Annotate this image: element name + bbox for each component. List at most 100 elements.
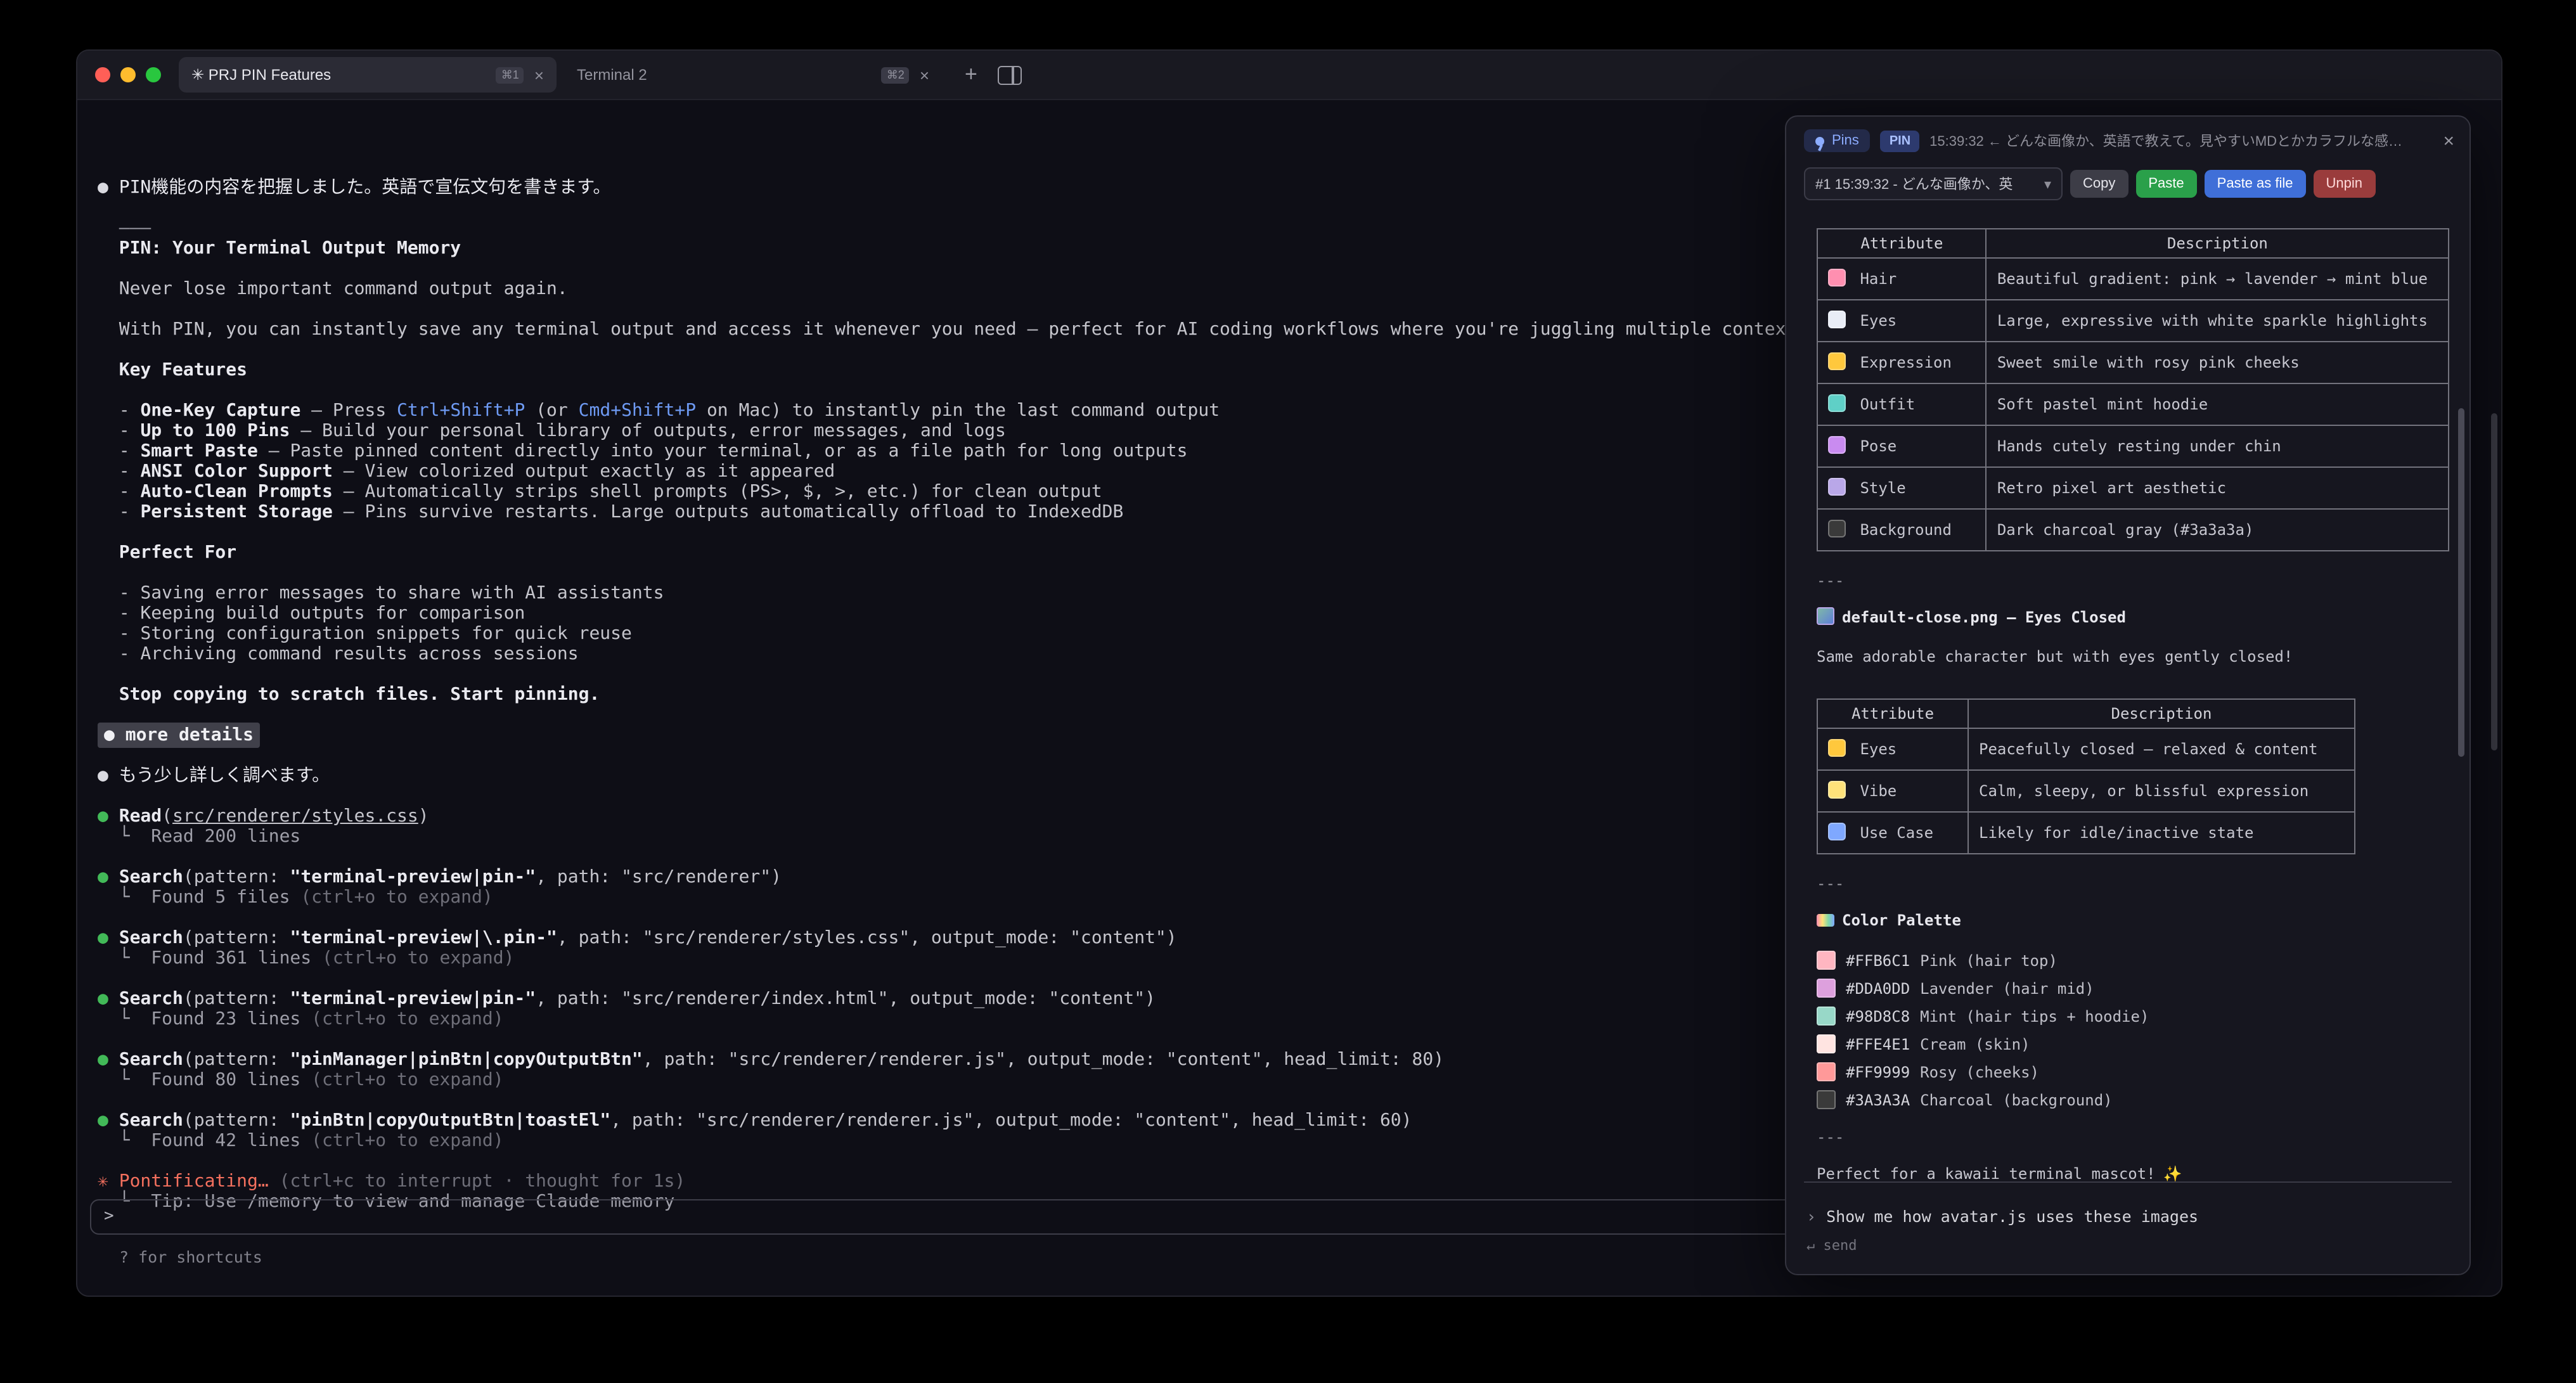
color-name: Cream (skin) <box>1920 1035 2030 1053</box>
pin-title: 15:39:32 ← どんな画像か、英語で教えて。見やすいMDとかカラフルな感… <box>1929 131 2425 151</box>
terminal-input[interactable]: > <box>90 1199 1812 1235</box>
attributes-table: AttributeDescription HairBeautiful gradi… <box>1817 228 2449 551</box>
color-name: Mint (hair tips + hoodie) <box>1920 1007 2149 1025</box>
color-name: Lavender (hair mid) <box>1920 979 2094 997</box>
smile-icon <box>1828 352 1846 370</box>
color-hex: #FFE4E1 <box>1846 1035 1910 1053</box>
pins-button-label: Pins <box>1832 133 1859 148</box>
tab-shortcut-badge: ⌘1 <box>496 67 524 83</box>
color-hex: #3A3A3A <box>1846 1091 1910 1109</box>
nail-polish-icon <box>1828 436 1846 454</box>
chevron-down-icon: ▾ <box>2044 176 2051 192</box>
table-row: EyesLarge, expressive with white sparkle… <box>1817 300 2449 342</box>
split-pane-icon[interactable] <box>998 65 1022 84</box>
panel-scrollbar[interactable] <box>2458 408 2464 757</box>
table-row: ExpressionSweet smile with rosy pink che… <box>1817 342 2449 383</box>
copy-button[interactable]: Copy <box>2070 170 2128 198</box>
window-controls <box>95 67 161 82</box>
color-swatch <box>1817 979 1836 998</box>
picture-frame-icon <box>1828 478 1846 496</box>
color-name: Charcoal (background) <box>1920 1091 2112 1109</box>
shortcuts-hint: ? for shortcuts <box>119 1247 262 1268</box>
table-header: Attribute <box>1817 229 1987 258</box>
color-swatch <box>1817 1062 1836 1081</box>
table-row: HairBeautiful gradient: pink → lavender … <box>1817 258 2449 300</box>
table-header: Attribute <box>1817 699 1968 728</box>
table-row: EyesPeacefully closed — relaxed & conten… <box>1817 728 2355 770</box>
attribute-description: Soft pastel mint hoodie <box>1987 383 2449 425</box>
pin-badge[interactable]: PIN <box>1881 130 1919 151</box>
paste-button[interactable]: Paste <box>2135 170 2196 198</box>
relieved-face-icon <box>1828 739 1846 757</box>
color-hex: #FF9999 <box>1846 1063 1910 1081</box>
attribute-description: Large, expressive with white sparkle hig… <box>1987 300 2449 342</box>
ribbon-icon <box>1828 269 1846 286</box>
color-swatch <box>1817 1034 1836 1053</box>
color-name: Rosy (cheeks) <box>1920 1063 2039 1081</box>
table-row: VibeCalm, sleepy, or blissful expression <box>1817 770 2355 812</box>
dark-moon-icon <box>1828 520 1846 537</box>
prompt-chevron-icon: › <box>1806 1207 1816 1226</box>
close-image-subtitle: Same adorable character but with eyes ge… <box>1817 646 2449 668</box>
picture-icon <box>1817 607 1834 625</box>
pin-icon <box>1815 136 1824 145</box>
tab-title: Terminal 2 <box>577 66 647 84</box>
minimize-window-button[interactable] <box>120 67 136 82</box>
new-tab-button[interactable]: + <box>965 62 977 87</box>
tab-shortcut-badge: ⌘2 <box>882 67 910 83</box>
screen: ✳ PRJ PIN Features ⌘1 × Terminal 2 ⌘2 × … <box>0 0 2576 1383</box>
attribute-description: Retro pixel art aesthetic <box>1987 467 2449 509</box>
attribute-description: Peacefully closed — relaxed & content <box>1968 728 2355 770</box>
terminal-scrollbar[interactable] <box>2491 413 2497 750</box>
close-window-button[interactable] <box>95 67 110 82</box>
sparkles-icon: ✨ <box>2163 1165 2182 1183</box>
table-header: Description <box>1968 699 2355 728</box>
tab-prj-pin-features[interactable]: ✳ PRJ PIN Features ⌘1 × <box>179 57 557 93</box>
separator: --- <box>1817 1128 2449 1146</box>
pins-panel: Pins PIN 15:39:32 ← どんな画像か、英語で教えて。見やすいMD… <box>1785 115 2471 1275</box>
color-hex: #DDA0DD <box>1846 979 1910 997</box>
pins-button[interactable]: Pins <box>1804 129 1871 152</box>
attribute-description: Sweet smile with rosy pink cheeks <box>1987 342 2449 383</box>
color-palette-list: #FFB6C1 Pink (hair top) #DDA0DD Lavender (h… <box>1817 949 2449 1110</box>
panel-divider <box>1804 1181 2452 1183</box>
queued-prompt[interactable]: ›Show me how avatar.js uses these images <box>1806 1207 2198 1226</box>
pin-content: AttributeDescription HairBeautiful gradi… <box>1786 200 2470 1185</box>
color-swatch <box>1817 1007 1836 1026</box>
rainbow-icon <box>1817 914 1834 927</box>
paste-as-file-button[interactable]: Paste as file <box>2205 170 2306 198</box>
pins-panel-header: Pins PIN 15:39:32 ← どんな画像か、英語で教えて。見やすいMD… <box>1786 117 2470 152</box>
attribute-description: Likely for idle/inactive state <box>1968 812 2355 854</box>
send-hint: ↵ send <box>1806 1237 1857 1254</box>
table-row: BackgroundDark charcoal gray (#3a3a3a) <box>1817 509 2449 551</box>
zzz-icon <box>1828 823 1846 840</box>
close-panel-button[interactable]: × <box>2443 130 2454 151</box>
tab-bar: ✳ PRJ PIN Features ⌘1 × Terminal 2 ⌘2 × … <box>77 51 2501 100</box>
palette-item: #FFB6C1 Pink (hair top) <box>1817 949 2449 971</box>
separator: --- <box>1817 572 2449 589</box>
close-image-title: default-close.png — Eyes Closed <box>1817 607 2449 629</box>
tab-close-button[interactable]: × <box>920 65 929 84</box>
shirt-icon <box>1828 394 1846 412</box>
palette-item: #FF9999 Rosy (cheeks) <box>1817 1061 2449 1083</box>
table-header: Description <box>1987 229 2449 258</box>
attribute-description: Hands cutely resting under chin <box>1987 425 2449 467</box>
table-row: OutfitSoft pastel mint hoodie <box>1817 383 2449 425</box>
pin-selector-value: #1 15:39:32 - どんな画像か、英 <box>1815 174 2012 194</box>
tab-title: ✳ PRJ PIN Features <box>191 66 331 84</box>
tab-close-button[interactable]: × <box>534 65 544 84</box>
pin-selector[interactable]: #1 15:39:32 - どんな画像か、英 ▾ <box>1804 167 2063 200</box>
color-name: Pink (hair top) <box>1920 951 2058 969</box>
palette-title: Color Palette <box>1817 910 2449 932</box>
tab-terminal-2[interactable]: Terminal 2 ⌘2 × <box>564 57 942 93</box>
table-row: Use CaseLikely for idle/inactive state <box>1817 812 2355 854</box>
unpin-button[interactable]: Unpin <box>2314 170 2376 198</box>
separator: --- <box>1817 875 2449 892</box>
palette-item: #98D8C8 Mint (hair tips + hoodie) <box>1817 1005 2449 1027</box>
color-hex: #98D8C8 <box>1846 1007 1910 1025</box>
palette-item: #3A3A3A Charcoal (background) <box>1817 1089 2449 1110</box>
zoom-window-button[interactable] <box>146 67 161 82</box>
color-swatch <box>1817 1090 1836 1109</box>
color-swatch <box>1817 951 1836 970</box>
color-hex: #FFB6C1 <box>1846 951 1910 969</box>
